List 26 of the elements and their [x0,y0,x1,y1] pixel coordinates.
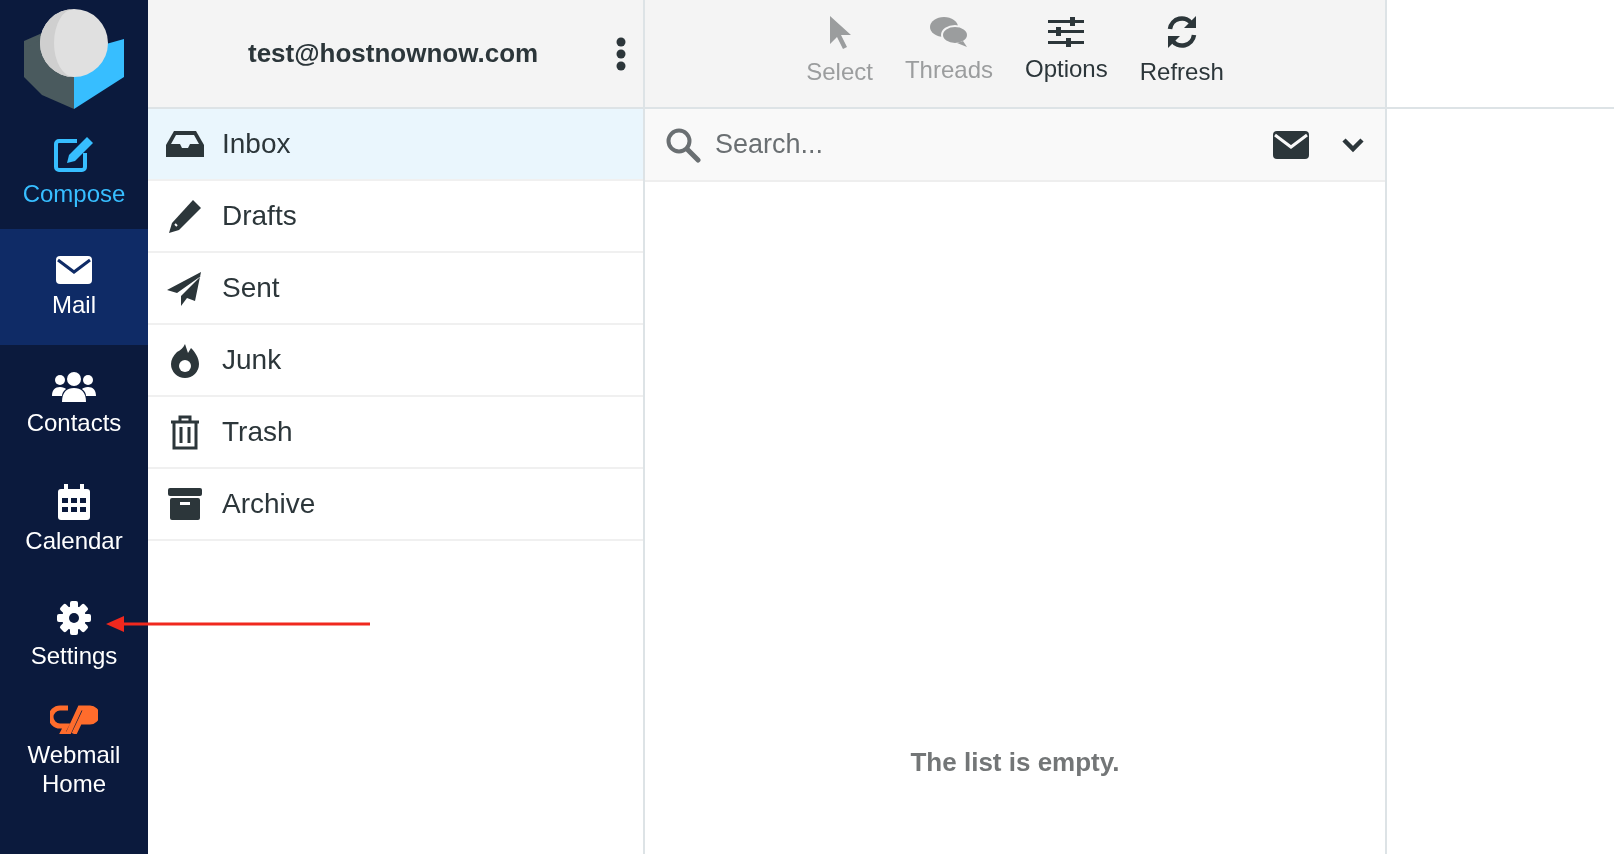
pointer-icon [827,13,852,50]
envelope-icon [56,255,92,284]
paper-plane-icon [167,270,203,306]
cpanel-logo-icon [50,704,98,734]
archive-box-icon [168,488,202,520]
calendar-icon [58,483,90,520]
search-input[interactable]: Search... [715,124,1259,165]
sidebar-item[interactable]: Mail [0,229,148,345]
pencil-icon [167,198,203,234]
compose-icon [53,134,95,173]
folder-item[interactable]: Inbox [148,109,643,181]
flame-icon [169,342,201,378]
search-icon [665,126,701,163]
account-email: test@hostnownow.com [248,37,540,70]
empty-list-message: The list is empty. [910,746,1120,779]
toolbar-button[interactable]: Options [1021,16,1112,87]
people-icon [52,369,96,402]
envelope-icon[interactable] [1273,130,1309,159]
chevron-down-icon[interactable] [1341,136,1365,153]
search-bar[interactable]: Search... [645,109,1385,182]
toolbar-button[interactable]: Refresh [1135,13,1228,90]
sliders-icon [1048,16,1085,47]
inbox-tray-icon [166,129,204,159]
speech-bubbles-icon [928,15,969,48]
trash-icon [169,414,201,450]
more-menu-icon[interactable] [615,36,627,71]
